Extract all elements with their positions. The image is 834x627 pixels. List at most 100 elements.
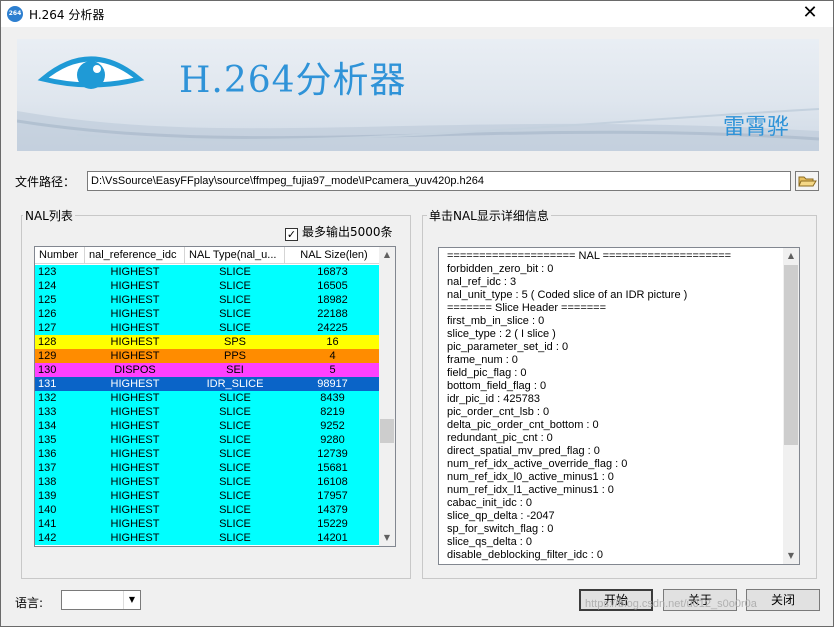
cell-number: 139 [38, 490, 57, 502]
table-row[interactable]: 136 HIGHEST SLICE 12739 [35, 447, 380, 461]
table-row[interactable]: 134 HIGHEST SLICE 9252 [35, 419, 380, 433]
browse-button[interactable] [795, 171, 819, 191]
cell-nal-size: 9252 [320, 420, 345, 432]
table-row[interactable]: 129 HIGHEST PPS 4 [35, 349, 380, 363]
cell-nal-size: 5 [329, 364, 336, 376]
table-row[interactable]: 142 HIGHEST SLICE 14201 [35, 531, 380, 545]
cell-ref-idc: HIGHEST [110, 322, 160, 334]
table-row[interactable]: 123 HIGHEST SLICE 16873 [35, 265, 380, 279]
nal-list[interactable]: Number nal_reference_idc NAL Type(nal_u.… [34, 246, 396, 547]
cell-nal-type: SLICE [219, 434, 251, 446]
column-header-number[interactable]: Number [35, 247, 85, 264]
detail-line: delta_pic_order_cnt_bottom : 0 [447, 419, 599, 431]
max-output-checkbox[interactable]: ✓ 最多输出5000条 [285, 223, 393, 241]
scroll-thumb[interactable] [380, 419, 394, 443]
table-row[interactable]: 127 HIGHEST SLICE 24225 [35, 321, 380, 335]
nal-list-rows: 123 HIGHEST SLICE 16873 124 HIGHEST SLICE 16505… [35, 265, 380, 545]
detail-panel[interactable]: ==================== NAL ===============… [438, 247, 800, 565]
detail-line: disable_deblocking_filter_idc : 0 [447, 549, 603, 561]
table-row[interactable]: 135 HIGHEST SLICE 9280 [35, 433, 380, 447]
cell-number: 135 [38, 434, 57, 446]
cell-nal-size: 16108 [317, 476, 348, 488]
detail-scrollbar[interactable]: ▲ ▼ [783, 248, 799, 564]
cell-ref-idc: HIGHEST [110, 308, 160, 320]
checkbox-check-icon[interactable]: ✓ [285, 228, 298, 241]
column-header-nal-type[interactable]: NAL Type(nal_u... [185, 247, 285, 264]
table-row[interactable]: 141 HIGHEST SLICE 15229 [35, 517, 380, 531]
cell-nal-type: SLICE [219, 504, 251, 516]
nal-list-group-label: NAL列表 [23, 207, 75, 224]
column-header-nal-size[interactable]: NAL Size(len) [285, 247, 380, 264]
window-title: H.264 分析器 [29, 8, 105, 22]
cell-number: 136 [38, 448, 57, 460]
table-row[interactable]: 131 HIGHEST IDR_SLICE 98917 [35, 377, 380, 391]
banner-title: H.264分析器 [179, 60, 407, 101]
detail-line: forbidden_zero_bit : 0 [447, 263, 554, 275]
cell-number: 141 [38, 518, 57, 530]
table-row[interactable]: 125 HIGHEST SLICE 18982 [35, 293, 380, 307]
cell-nal-size: 18982 [317, 294, 348, 306]
cell-number: 142 [38, 532, 57, 544]
table-row[interactable]: 138 HIGHEST SLICE 16108 [35, 475, 380, 489]
cell-nal-type: SLICE [219, 532, 251, 544]
detail-line: slice_qs_delta : 0 [447, 536, 532, 548]
table-row[interactable]: 133 HIGHEST SLICE 8219 [35, 405, 380, 419]
table-row[interactable]: 132 HIGHEST SLICE 8439 [35, 391, 380, 405]
cell-number: 123 [38, 266, 57, 278]
detail-scroll-down-icon[interactable]: ▼ [783, 548, 799, 564]
cell-nal-type: SLICE [219, 294, 251, 306]
language-select[interactable]: ▼ [61, 590, 141, 610]
cell-nal-size: 8439 [320, 392, 345, 404]
table-row[interactable]: 126 HIGHEST SLICE 22188 [35, 307, 380, 321]
detail-line: ==================== NAL ===============… [447, 250, 732, 262]
cell-nal-type: SLICE [219, 322, 251, 334]
cell-ref-idc: HIGHEST [110, 532, 160, 544]
detail-line: field_pic_flag : 0 [447, 367, 527, 379]
dropdown-arrow-icon[interactable]: ▼ [123, 591, 140, 609]
window-close-icon[interactable]: ✕ [795, 2, 825, 24]
cell-number: 133 [38, 406, 57, 418]
nal-list-scrollbar[interactable]: ▲ ▼ [379, 247, 395, 546]
cell-nal-type: SLICE [219, 462, 251, 474]
detail-line: frame_num : 0 [447, 354, 518, 366]
detail-line: num_ref_idx_l0_active_minus1 : 0 [447, 471, 614, 483]
max-output-label: 最多输出5000条 [302, 225, 393, 239]
cell-nal-size: 4 [329, 350, 336, 362]
cell-nal-type: SLICE [219, 420, 251, 432]
cell-number: 130 [38, 364, 57, 376]
close-button[interactable]: 关闭 [746, 589, 820, 611]
scroll-down-icon[interactable]: ▼ [379, 530, 395, 546]
cell-nal-size: 16873 [317, 266, 348, 278]
title-bar: 264 H.264 分析器 ✕ [1, 1, 833, 27]
cell-nal-size: 9280 [320, 434, 345, 446]
scroll-up-icon[interactable]: ▲ [379, 247, 395, 263]
cell-nal-type: SLICE [219, 476, 251, 488]
cell-ref-idc: HIGHEST [110, 280, 160, 292]
cell-nal-size: 22188 [317, 308, 348, 320]
detail-line: redundant_pic_cnt : 0 [447, 432, 553, 444]
cell-nal-type: SLICE [219, 406, 251, 418]
detail-scroll-up-icon[interactable]: ▲ [783, 248, 799, 264]
file-path-input[interactable]: D:\VsSource\EasyFFplay\source\ffmpeg_fuj… [87, 171, 791, 191]
cell-number: 124 [38, 280, 57, 292]
detail-line: cabac_init_idc : 0 [447, 497, 532, 509]
table-row[interactable]: 137 HIGHEST SLICE 15681 [35, 461, 380, 475]
cell-nal-type: SLICE [219, 448, 251, 460]
table-row[interactable]: 140 HIGHEST SLICE 14379 [35, 503, 380, 517]
table-row[interactable]: 128 HIGHEST SPS 16 [35, 335, 380, 349]
language-label: 语言: [15, 596, 44, 610]
detail-scroll-thumb[interactable] [784, 265, 798, 445]
cell-nal-type: SLICE [219, 280, 251, 292]
app-window: 264 H.264 分析器 ✕ H.264分析器 雷霄骅 文件路径： D:\Vs… [0, 0, 834, 627]
column-header-ref-idc[interactable]: nal_reference_idc [85, 247, 185, 264]
cell-number: 127 [38, 322, 57, 334]
detail-line: idr_pic_id : 425783 [447, 393, 540, 405]
cell-nal-size: 98917 [317, 378, 348, 390]
table-row[interactable]: 124 HIGHEST SLICE 16505 [35, 279, 380, 293]
cell-nal-size: 17957 [317, 490, 348, 502]
detail-text: ==================== NAL ===============… [447, 250, 779, 562]
table-row[interactable]: 130 DISPOS SEI 5 [35, 363, 380, 377]
cell-ref-idc: DISPOS [114, 364, 156, 376]
cell-nal-size: 15681 [317, 462, 348, 474]
table-row[interactable]: 139 HIGHEST SLICE 17957 [35, 489, 380, 503]
